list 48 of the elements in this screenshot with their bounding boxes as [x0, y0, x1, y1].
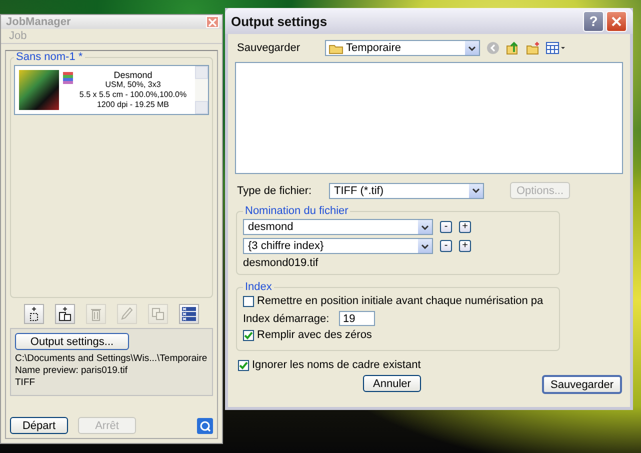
back-icon[interactable] — [486, 41, 500, 55]
add-frame-icon[interactable] — [24, 304, 44, 324]
save-button[interactable]: Sauvegarder — [542, 375, 622, 394]
save-in-label: Sauvegarder — [236, 42, 301, 54]
save-in-dropdown[interactable]: Temporaire — [325, 40, 480, 56]
check-icon — [244, 330, 253, 340]
check-icon — [239, 360, 248, 370]
job-name: Desmond — [114, 70, 152, 80]
remove-button[interactable]: - — [440, 221, 452, 233]
window-title: Output settings — [231, 14, 328, 28]
file-list[interactable] — [235, 62, 623, 174]
job-item[interactable]: Desmond USM, 50%, 3x3 5.5 x 5.5 cm - 100.0%,100.0% 1200 dpi - 19.25 MB — [17, 68, 193, 112]
file-type-dropdown[interactable]: TIFF (*.tif) — [329, 182, 484, 198]
close-icon[interactable] — [606, 10, 627, 32]
job-detail: USM, 50%, 3x3 — [105, 80, 161, 90]
job-detail: 1200 dpi - 19.25 MB — [96, 100, 170, 110]
scroll-bar[interactable] — [195, 66, 208, 114]
output-info-text: TIFF — [15, 377, 36, 389]
output-info-text: Name preview: paris019.tif — [15, 365, 128, 377]
add-button[interactable]: + — [459, 221, 471, 233]
naming-dropdown[interactable]: {3 chiffre index} — [243, 238, 433, 254]
ignore-names-checkbox[interactable]: Ignorer les noms de cadre existant — [238, 359, 625, 371]
index-start-field[interactable]: 19 — [339, 311, 375, 326]
group-title: Index — [244, 281, 273, 293]
output-info-text: C:\Documents and Settings\Wis...\Temporaire — [15, 353, 208, 365]
new-folder-icon[interactable] — [526, 41, 540, 55]
file-type-label: Type de fichier: — [236, 184, 313, 196]
start-button[interactable]: Départ — [10, 417, 68, 434]
color-bars-icon — [63, 72, 73, 84]
photo-placeholder — [19, 70, 59, 110]
reset-checkbox[interactable]: Remettre en position initiale avant chaque numérisation pa — [243, 295, 553, 307]
file-name-preview: desmond019.tif — [243, 256, 318, 269]
cancel-button[interactable]: Annuler — [363, 375, 421, 392]
group-title: Nomination du fichier — [244, 205, 350, 217]
remove-button[interactable]: - — [440, 240, 452, 252]
naming-dropdown[interactable]: desmond — [243, 219, 433, 235]
window-title: JobManager — [6, 16, 71, 28]
batch-icon[interactable] — [179, 304, 200, 324]
index-start-label: Index démarrage: — [243, 312, 330, 324]
view-menu-icon[interactable] — [546, 41, 566, 55]
group-title: Sans nom-1 * — [15, 51, 84, 63]
add-button[interactable]: + — [459, 240, 471, 252]
duplicate-icon[interactable] — [54, 304, 75, 324]
job-detail: 5.5 x 5.5 cm - 100.0%,100.0% — [79, 90, 187, 100]
zero-fill-checkbox[interactable]: Remplir avec des zéros — [243, 329, 553, 341]
output-settings-button[interactable]: Output settings... — [15, 333, 129, 350]
folder-up-icon[interactable] — [506, 41, 520, 55]
folder-icon — [329, 42, 343, 54]
